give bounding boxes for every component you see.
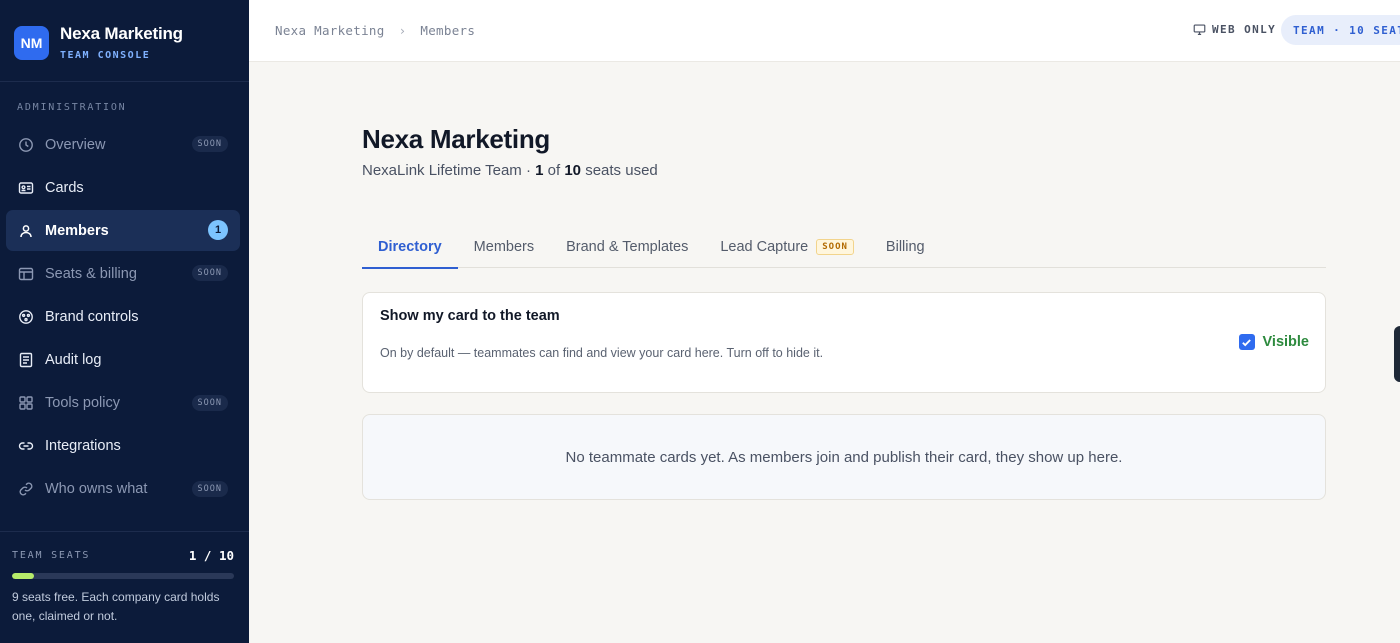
breadcrumb-separator: › [398,23,407,38]
sidebar-item-integrations[interactable]: Integrations [6,426,240,467]
id-card-icon [17,179,35,197]
sidebar-item-label: Overview [45,136,106,153]
sidebar-item-label: Seats & billing [45,265,137,282]
chain-icon [17,480,35,498]
sidebar-item-label: Audit log [45,351,102,368]
sidebar-item-label: Brand controls [45,308,139,325]
empty-state: No teammate cards yet. As members join a… [362,414,1326,500]
breadcrumb-item-org[interactable]: Nexa Marketing [275,23,385,38]
soon-badge: SOON [191,394,228,411]
sidebar-item-cards[interactable]: Cards [6,167,240,208]
tab-label: Billing [885,238,925,255]
seats-count: 1 / 10 [188,548,234,563]
tab-label: Members [473,238,535,255]
link-icon [17,437,35,455]
tab-label: Brand & Templates [566,238,689,255]
tab-directory[interactable]: Directory [362,225,458,269]
subtitle-total: 10 [564,162,582,179]
soon-badge: SOON [191,480,228,497]
web-only-label: WEB ONLY [1212,23,1277,36]
sidebar-item-members[interactable]: Members 1 [6,210,240,252]
page-title: Nexa Marketing [362,124,550,154]
brand-name: Nexa Marketing [60,24,183,43]
check-icon [1242,338,1251,346]
visibility-card-description: On by default — teammates can find and v… [380,346,824,360]
tab-brand-templates[interactable]: Brand & Templates [550,225,704,268]
sidebar-item-label: Members [45,222,109,239]
seats-note: 9 seats free. Each company card holds on… [12,590,220,623]
log-icon [17,351,35,369]
seats-label: TEAM SEATS [12,550,91,561]
sidebar-item-label: Integrations [45,438,121,455]
visibility-card-title: Show my card to the team [380,308,560,324]
edge-panel-handle[interactable] [1394,326,1400,382]
breadcrumb-item-current: Members [420,23,476,38]
section-label: ADMINISTRATION [17,102,127,113]
visibility-card: Show my card to the team On by default —… [362,292,1326,393]
web-only-indicator: WEB ONLY [1193,23,1276,36]
soon-badge: SOON [816,238,854,255]
subtitle-used: 1 [535,162,544,179]
seats-progress-fill [12,573,35,579]
soon-badge: SOON [191,136,228,152]
tab-members[interactable]: Members [458,225,550,268]
soon-badge: SOON [191,265,228,282]
tab-billing[interactable]: Billing [870,225,941,268]
subtitle-plan: NexaLink Lifetime Team · [362,162,531,179]
clock-icon [17,136,35,154]
palette-icon [17,308,35,326]
brand-logo[interactable]: NM [14,26,49,60]
tab-label: Lead Capture [720,238,809,255]
grid-icon [17,394,35,412]
sidebar-item-tools-policy[interactable]: Tools policy SOON [6,383,240,424]
tab-bar: Directory Members Brand & Templates Lead… [362,225,1326,269]
team-seats-panel: TEAM SEATS 1 / 10 9 seats free. Each com… [0,531,249,643]
visible-label: Visible [1262,334,1309,350]
tab-lead-capture[interactable]: Lead Capture SOON [704,225,870,268]
visible-checkbox[interactable] [1238,334,1255,350]
sidebar-nav: Overview SOON Cards Members 1 Seats & bi… [6,124,240,530]
subtitle-suffix: seats used [585,162,658,179]
sidebar-item-brand-controls[interactable]: Brand controls [6,296,240,337]
sidebar-item-overview[interactable]: Overview SOON [6,124,240,165]
sidebar-item-label: Who owns what [45,481,148,498]
seats-progress-bar [12,573,234,579]
sidebar-item-seats-billing[interactable]: Seats & billing SOON [6,253,240,294]
sidebar: NM Nexa Marketing TEAM CONSOLE ADMINISTR… [0,0,249,643]
sidebar-item-who-owns-what[interactable]: Who owns what SOON [6,469,240,510]
table-icon [17,265,35,283]
tab-label: Directory [378,238,442,255]
brand-subtitle: TEAM CONSOLE [60,50,151,61]
sidebar-item-audit-log[interactable]: Audit log [6,339,240,380]
brand-header: NM Nexa Marketing TEAM CONSOLE [0,0,249,82]
breadcrumb: Nexa Marketing › Members [275,23,475,38]
sidebar-item-label: Cards [45,179,84,196]
monitor-icon [1193,24,1206,35]
member-count-badge: 1 [208,220,228,241]
topbar: Nexa Marketing › Members WEB ONLY TEAM ·… [249,0,1400,62]
user-icon [17,222,35,240]
page-subtitle: NexaLink Lifetime Team · 1 of 10 seats u… [362,162,658,179]
subtitle-of: of [547,162,561,179]
sidebar-item-label: Tools policy [45,395,120,412]
plan-pill[interactable]: TEAM · 10 SEATS [1281,15,1400,45]
visible-toggle[interactable]: Visible [1238,334,1309,350]
